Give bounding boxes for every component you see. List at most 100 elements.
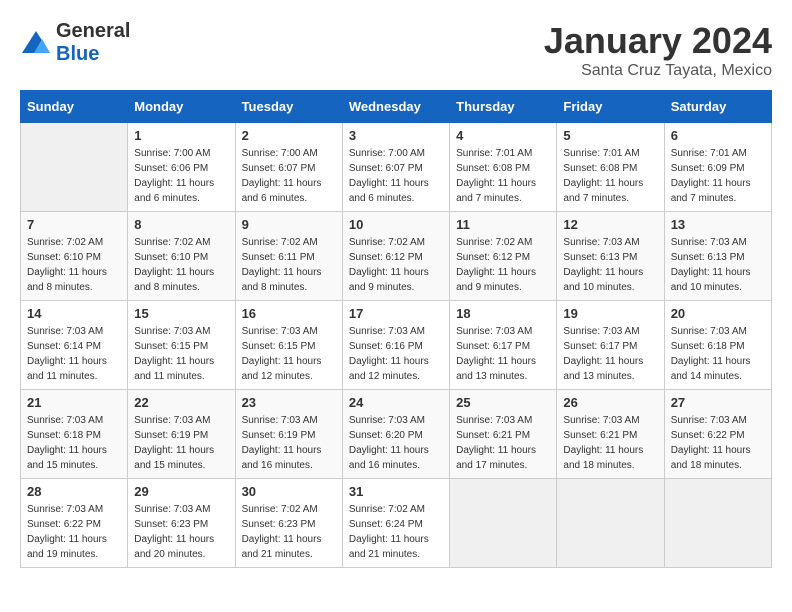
day-number: 16 <box>242 306 336 321</box>
calendar-cell: 13 Sunrise: 7:03 AMSunset: 6:13 PMDayligh… <box>664 212 771 301</box>
day-number: 25 <box>456 395 550 410</box>
calendar-cell: 19Sunrise: 7:03 AMSunset: 6:17 PMDayligh… <box>557 301 664 390</box>
calendar-cell: 16 Sunrise: 7:03 AMSunset: 6:15 PMDayligh… <box>235 301 342 390</box>
day-info: Sunrise: 7:03 AMSunset: 6:14 PMDaylight:… <box>27 324 121 384</box>
day-info: Sunrise: 7:03 AMSunset: 6:19 PMDaylight:… <box>134 413 228 473</box>
calendar-cell: 4 Sunrise: 7:01 AMSunset: 6:08 PMDaylight… <box>450 123 557 212</box>
day-number: 17 <box>349 306 443 321</box>
calendar-cell: 23Sunrise: 7:03 AMSunset: 6:19 PMDayligh… <box>235 390 342 479</box>
calendar-cell: 1Sunrise: 7:00 AMSunset: 6:06 PMDaylight… <box>128 123 235 212</box>
day-number: 4 <box>456 128 550 143</box>
weekday-header-monday: Monday <box>128 91 235 123</box>
calendar-cell: 26 Sunrise: 7:03 AMSunset: 6:21 PMDayligh… <box>557 390 664 479</box>
calendar-cell: 28 Sunrise: 7:03 AMSunset: 6:22 PMDayligh… <box>21 479 128 568</box>
day-number: 9 <box>242 217 336 232</box>
weekday-header-friday: Friday <box>557 91 664 123</box>
day-number: 27 <box>671 395 765 410</box>
calendar-cell <box>557 479 664 568</box>
day-info: Sunrise: 7:03 AMSunset: 6:13 PMDaylight:… <box>671 235 765 295</box>
day-info: Sunrise: 7:03 AMSunset: 6:20 PMDaylight:… <box>349 413 443 473</box>
calendar-cell: 15 Sunrise: 7:03 AMSunset: 6:15 PMDayligh… <box>128 301 235 390</box>
calendar-cell: 5Sunrise: 7:01 AMSunset: 6:08 PMDaylight… <box>557 123 664 212</box>
calendar-header: SundayMondayTuesdayWednesdayThursdayFrid… <box>21 91 772 123</box>
calendar-cell: 12 Sunrise: 7:03 AMSunset: 6:13 PMDayligh… <box>557 212 664 301</box>
calendar-week-row: 21Sunrise: 7:03 AMSunset: 6:18 PMDayligh… <box>21 390 772 479</box>
day-info: Sunrise: 7:03 AMSunset: 6:22 PMDaylight:… <box>671 413 765 473</box>
day-number: 8 <box>134 217 228 232</box>
day-info: Sunrise: 7:02 AMSunset: 6:12 PMDaylight:… <box>349 235 443 295</box>
weekday-header-thursday: Thursday <box>450 91 557 123</box>
day-number: 12 <box>563 217 657 232</box>
calendar-cell <box>21 123 128 212</box>
day-info: Sunrise: 7:03 AMSunset: 6:15 PMDaylight:… <box>134 324 228 384</box>
logo-blue: Blue <box>56 43 99 65</box>
logo-general: General <box>56 20 130 42</box>
day-number: 30 <box>242 484 336 499</box>
day-number: 31 <box>349 484 443 499</box>
day-number: 18 <box>456 306 550 321</box>
day-info: Sunrise: 7:02 AMSunset: 6:12 PMDaylight:… <box>456 235 550 295</box>
calendar-title: January 2024 <box>544 20 772 62</box>
day-info: Sunrise: 7:03 AMSunset: 6:13 PMDaylight:… <box>563 235 657 295</box>
day-info: Sunrise: 7:03 AMSunset: 6:17 PMDaylight:… <box>456 324 550 384</box>
calendar-cell: 22 Sunrise: 7:03 AMSunset: 6:19 PMDayligh… <box>128 390 235 479</box>
day-number: 13 <box>671 217 765 232</box>
calendar-cell: 6 Sunrise: 7:01 AMSunset: 6:09 PMDaylight… <box>664 123 771 212</box>
day-number: 11 <box>456 217 550 232</box>
day-info: Sunrise: 7:03 AMSunset: 6:21 PMDaylight:… <box>563 413 657 473</box>
calendar-cell: 3Sunrise: 7:00 AMSunset: 6:07 PMDaylight… <box>342 123 449 212</box>
logo-icon <box>20 29 52 57</box>
day-number: 14 <box>27 306 121 321</box>
day-number: 23 <box>242 395 336 410</box>
day-info: Sunrise: 7:02 AMSunset: 6:11 PMDaylight:… <box>242 235 336 295</box>
calendar-body: 1Sunrise: 7:00 AMSunset: 6:06 PMDaylight… <box>21 123 772 568</box>
weekday-header-saturday: Saturday <box>664 91 771 123</box>
day-info: Sunrise: 7:01 AMSunset: 6:08 PMDaylight:… <box>456 146 550 206</box>
title-section: January 2024 Santa Cruz Tayata, Mexico <box>544 20 772 80</box>
calendar-cell: 11 Sunrise: 7:02 AMSunset: 6:12 PMDayligh… <box>450 212 557 301</box>
day-info: Sunrise: 7:03 AMSunset: 6:16 PMDaylight:… <box>349 324 443 384</box>
calendar-cell: 30 Sunrise: 7:02 AMSunset: 6:23 PMDayligh… <box>235 479 342 568</box>
page-header: General Blue January 2024 Santa Cruz Tay… <box>20 20 772 80</box>
day-info: Sunrise: 7:03 AMSunset: 6:22 PMDaylight:… <box>27 502 121 562</box>
day-number: 26 <box>563 395 657 410</box>
day-number: 19 <box>563 306 657 321</box>
calendar-cell: 25 Sunrise: 7:03 AMSunset: 6:21 PMDayligh… <box>450 390 557 479</box>
calendar-cell: 17 Sunrise: 7:03 AMSunset: 6:16 PMDayligh… <box>342 301 449 390</box>
day-info: Sunrise: 7:03 AMSunset: 6:21 PMDaylight:… <box>456 413 550 473</box>
calendar-cell: 10 Sunrise: 7:02 AMSunset: 6:12 PMDayligh… <box>342 212 449 301</box>
day-number: 28 <box>27 484 121 499</box>
day-number: 15 <box>134 306 228 321</box>
day-info: Sunrise: 7:03 AMSunset: 6:23 PMDaylight:… <box>134 502 228 562</box>
day-number: 10 <box>349 217 443 232</box>
day-number: 29 <box>134 484 228 499</box>
day-info: Sunrise: 7:01 AMSunset: 6:09 PMDaylight:… <box>671 146 765 206</box>
calendar-cell: 2Sunrise: 7:00 AMSunset: 6:07 PMDaylight… <box>235 123 342 212</box>
calendar-cell: 24 Sunrise: 7:03 AMSunset: 6:20 PMDayligh… <box>342 390 449 479</box>
calendar-cell <box>664 479 771 568</box>
calendar-cell: 14 Sunrise: 7:03 AMSunset: 6:14 PMDayligh… <box>21 301 128 390</box>
day-info: Sunrise: 7:02 AMSunset: 6:10 PMDaylight:… <box>134 235 228 295</box>
day-number: 7 <box>27 217 121 232</box>
calendar-cell: 31 Sunrise: 7:02 AMSunset: 6:24 PMDayligh… <box>342 479 449 568</box>
calendar-cell: 8 Sunrise: 7:02 AMSunset: 6:10 PMDaylight… <box>128 212 235 301</box>
calendar-subtitle: Santa Cruz Tayata, Mexico <box>544 62 772 80</box>
day-number: 3 <box>349 128 443 143</box>
weekday-header-row: SundayMondayTuesdayWednesdayThursdayFrid… <box>21 91 772 123</box>
calendar-week-row: 14 Sunrise: 7:03 AMSunset: 6:14 PMDayligh… <box>21 301 772 390</box>
calendar-table: SundayMondayTuesdayWednesdayThursdayFrid… <box>20 90 772 568</box>
day-info: Sunrise: 7:02 AMSunset: 6:24 PMDaylight:… <box>349 502 443 562</box>
day-info: Sunrise: 7:03 AMSunset: 6:18 PMDaylight:… <box>27 413 121 473</box>
day-info: Sunrise: 7:02 AMSunset: 6:23 PMDaylight:… <box>242 502 336 562</box>
day-info: Sunrise: 7:03 AMSunset: 6:15 PMDaylight:… <box>242 324 336 384</box>
day-number: 6 <box>671 128 765 143</box>
calendar-week-row: 28 Sunrise: 7:03 AMSunset: 6:22 PMDayligh… <box>21 479 772 568</box>
calendar-cell: 18 Sunrise: 7:03 AMSunset: 6:17 PMDayligh… <box>450 301 557 390</box>
day-info: Sunrise: 7:00 AMSunset: 6:06 PMDaylight:… <box>134 146 228 206</box>
day-number: 20 <box>671 306 765 321</box>
calendar-cell: 20Sunrise: 7:03 AMSunset: 6:18 PMDayligh… <box>664 301 771 390</box>
day-number: 24 <box>349 395 443 410</box>
day-number: 22 <box>134 395 228 410</box>
weekday-header-sunday: Sunday <box>21 91 128 123</box>
logo: General Blue <box>20 20 130 66</box>
